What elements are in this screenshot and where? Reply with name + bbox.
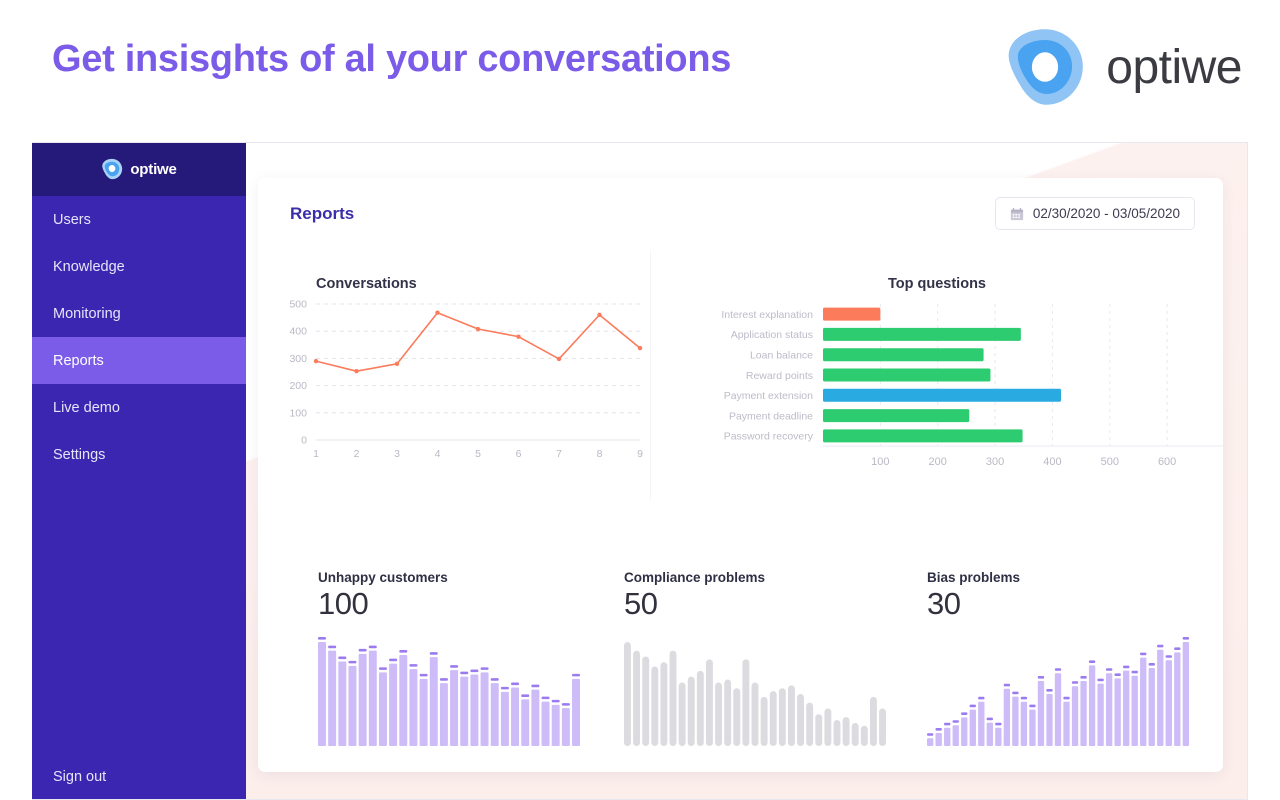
- sidebar-item-label: Users: [53, 211, 91, 228]
- page-title: Reports: [290, 204, 355, 223]
- sidebar-item-monitoring[interactable]: Monitoring: [32, 290, 246, 337]
- promo-header: Get insisghts of al your conversations o…: [0, 0, 1280, 140]
- metric-bias-problems: Bias problems 30: [927, 570, 1217, 746]
- top-questions-bar-chart[interactable]: 100 200 300 400 500 600 Interest explanation Ap…: [651, 296, 1223, 492]
- svg-text:500: 500: [289, 299, 307, 311]
- svg-text:300: 300: [986, 456, 1004, 468]
- svg-text:500: 500: [1101, 456, 1119, 468]
- top-questions-chart-block: Top questions 100 200 300 400 500 600 Interest…: [650, 250, 1223, 500]
- svg-text:Payment deadline: Payment deadline: [729, 410, 813, 422]
- date-range-picker[interactable]: 02/30/2020 - 03/05/2020: [994, 197, 1195, 230]
- svg-text:5: 5: [475, 448, 481, 460]
- date-range-value: 02/30/2020 - 03/05/2020: [1032, 206, 1180, 221]
- conversations-line-chart[interactable]: 0 100 200 300 400 500 1 2 3 4 5 6 7 8 9: [258, 296, 650, 492]
- svg-text:300: 300: [289, 353, 307, 365]
- bias-problems-sparkline: [927, 637, 1189, 746]
- sidebar: optiwe Users Knowledge Monitoring Report…: [32, 142, 246, 800]
- svg-text:400: 400: [1043, 456, 1061, 468]
- svg-text:600: 600: [1158, 456, 1176, 468]
- svg-text:0: 0: [301, 435, 307, 447]
- svg-text:2: 2: [354, 448, 360, 460]
- optiwe-blob-logo-icon: [102, 158, 123, 180]
- svg-text:400: 400: [289, 326, 307, 338]
- svg-text:8: 8: [597, 448, 603, 460]
- metric-value: 100: [318, 586, 369, 621]
- metric-label: Bias problems: [927, 570, 1021, 585]
- svg-text:100: 100: [871, 456, 889, 468]
- metric-unhappy-customers: Unhappy customers 100: [318, 570, 608, 746]
- svg-text:Payment extension: Payment extension: [724, 390, 813, 402]
- sidebar-item-label: Knowledge: [53, 258, 125, 275]
- sidebar-item-label: Settings: [53, 446, 106, 463]
- sidebar-item-label: Live demo: [53, 399, 120, 416]
- metric-compliance-problems: Compliance problems 50: [624, 570, 914, 746]
- brand-lockup: optiwe: [1004, 26, 1242, 108]
- svg-text:Interest explanation: Interest explanation: [721, 309, 813, 321]
- svg-text:Application status: Application status: [731, 329, 813, 341]
- calendar-icon: [1010, 207, 1023, 220]
- charts-row: Conversations 0 100 200 300 400 500 1 2 3 4 5 6 7 8 9 …: [258, 250, 1223, 500]
- app-screenshot: optiwe Users Knowledge Monitoring Report…: [32, 142, 1248, 800]
- metric-value: 30: [927, 586, 961, 621]
- reports-card: Reports 02/30/2020 - 03/05/2020 Conversa…: [258, 178, 1223, 772]
- unhappy-customers-sparkline: [318, 637, 580, 746]
- svg-text:200: 200: [929, 456, 947, 468]
- svg-text:1: 1: [313, 448, 319, 460]
- sidebar-item-live-demo[interactable]: Live demo: [32, 384, 246, 431]
- sidebar-nav: Users Knowledge Monitoring Reports Live …: [32, 196, 246, 478]
- sidebar-item-label: Reports: [53, 352, 104, 369]
- conversations-chart-block: Conversations 0 100 200 300 400 500 1 2 3 4 5 6 7 8 9: [258, 250, 650, 500]
- svg-text:4: 4: [435, 448, 441, 460]
- card-header: Reports 02/30/2020 - 03/05/2020: [258, 178, 1223, 250]
- svg-text:3: 3: [394, 448, 400, 460]
- sidebar-item-knowledge[interactable]: Knowledge: [32, 243, 246, 290]
- metric-label: Compliance problems: [624, 570, 766, 585]
- sidebar-item-users[interactable]: Users: [32, 196, 246, 243]
- sidebar-item-reports[interactable]: Reports: [32, 337, 246, 384]
- sign-out-label: Sign out: [53, 769, 107, 785]
- optiwe-blob-logo-icon: [1008, 29, 1084, 105]
- sidebar-item-label: Monitoring: [53, 305, 121, 322]
- metric-label: Unhappy customers: [318, 570, 448, 585]
- svg-text:9: 9: [637, 448, 643, 460]
- svg-text:6: 6: [516, 448, 522, 460]
- svg-text:Reward points: Reward points: [746, 370, 813, 382]
- sign-out-button[interactable]: Sign out: [32, 754, 246, 800]
- metric-value: 50: [624, 586, 658, 621]
- compliance-problems-sparkline: [624, 642, 886, 746]
- top-questions-chart-title: Top questions: [887, 276, 986, 292]
- sidebar-brand-label: optiwe: [130, 160, 177, 178]
- conversations-chart-title: Conversations: [316, 276, 417, 292]
- sidebar-header: optiwe: [32, 142, 246, 196]
- svg-text:Password recovery: Password recovery: [724, 431, 814, 443]
- sidebar-item-settings[interactable]: Settings: [32, 431, 246, 478]
- svg-text:7: 7: [556, 448, 562, 460]
- svg-text:200: 200: [289, 380, 307, 392]
- brand-wordmark: optiwe: [1106, 40, 1242, 94]
- svg-text:Loan balance: Loan balance: [750, 350, 813, 362]
- promo-headline: Get insisghts of al your conversations: [52, 38, 732, 80]
- svg-text:100: 100: [289, 407, 307, 419]
- metrics-row: Unhappy customers 100 Compliance problem…: [258, 570, 1223, 772]
